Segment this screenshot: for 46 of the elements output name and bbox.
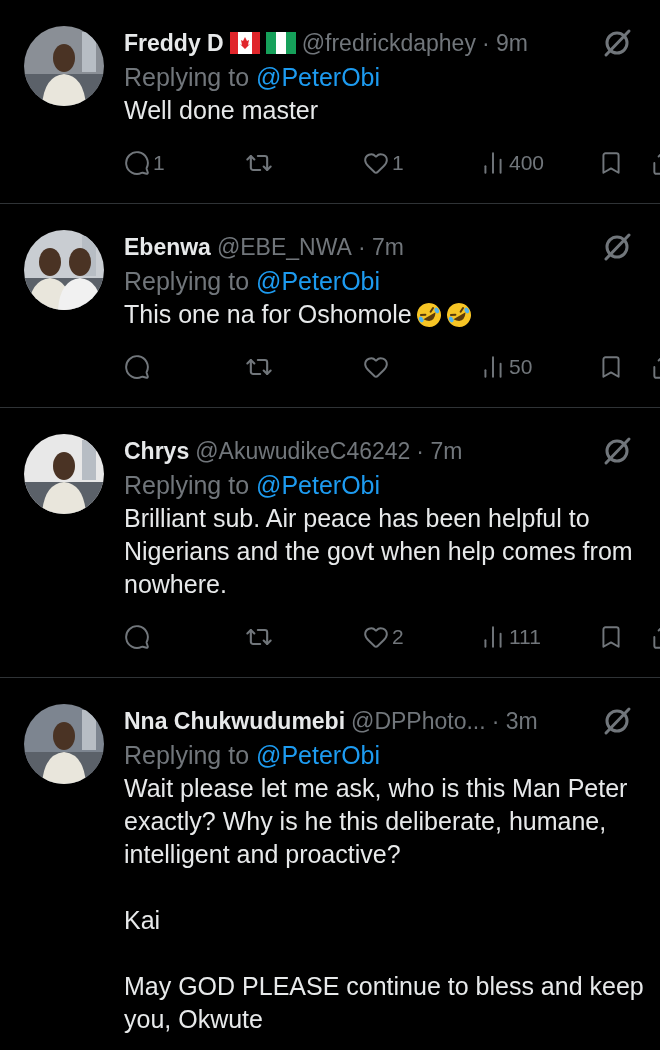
user-name[interactable]: Nna Chukwudumebi	[124, 707, 346, 735]
reply-text: Kai	[124, 905, 161, 936]
post-time: · 3m	[491, 707, 538, 735]
like-count: 1	[392, 151, 404, 175]
reply-icon[interactable]	[124, 354, 150, 380]
view-count: 111	[509, 625, 541, 649]
user-handle[interactable]: @AkuwudikeC46242	[195, 437, 411, 465]
grok-icon[interactable]	[602, 706, 632, 736]
replying-to-text: Replying to @PeterObi	[124, 266, 382, 297]
nigeria-flag-icon	[265, 32, 296, 54]
mention-link[interactable]: @PeterObi	[256, 63, 381, 91]
laughing-emoji-icon	[415, 301, 442, 328]
reply-text: Well done master	[124, 95, 319, 126]
like-icon[interactable]	[363, 354, 389, 380]
like-icon[interactable]	[363, 624, 389, 650]
reply-icon[interactable]	[124, 150, 150, 176]
mention-link[interactable]: @PeterObi	[256, 471, 381, 499]
user-handle[interactable]: @fredrickdaphey	[301, 29, 476, 57]
post-time: · 7m	[416, 437, 463, 465]
user-name[interactable]: Ebenwa	[124, 233, 211, 261]
reply-text: Brilliant sub. Air peace has been helpful to Nigerians and the govt when help comes from nowhere.	[124, 503, 633, 600]
grok-icon[interactable]	[602, 28, 632, 58]
reply-icon[interactable]	[124, 624, 150, 650]
replying-to-text: Replying to @PeterObi	[124, 470, 382, 501]
mention-link[interactable]: @PeterObi	[256, 741, 381, 769]
canada-flag-icon	[229, 32, 260, 54]
user-handle[interactable]: @EBE_NWA	[216, 233, 352, 261]
user-name[interactable]: Chrys	[124, 437, 190, 465]
user-handle[interactable]: @DPPhoto...	[351, 707, 486, 735]
replying-to-text: Replying to @PeterObi	[124, 740, 382, 771]
grok-icon[interactable]	[602, 232, 632, 262]
view-count: 400	[509, 151, 545, 175]
like-count: 2	[392, 625, 404, 649]
grok-icon[interactable]	[602, 436, 632, 466]
like-icon[interactable]	[363, 150, 389, 176]
view-count: 50	[509, 355, 533, 379]
post-time: · 9m	[481, 29, 528, 57]
reply-text: Wait please let me ask, who is this Man Peter exactly? Why is he this deliberate, humane, intelligent and proactive?	[124, 773, 628, 870]
reply-text: This one na for Oshomole	[124, 299, 412, 330]
reply-text: May GOD PLEASE continue to bless and keep you, Okwute	[124, 971, 644, 1035]
reply-count: 1	[153, 151, 165, 175]
user-name[interactable]: Freddy D	[124, 29, 224, 57]
replying-to-text: Replying to @PeterObi	[124, 62, 382, 93]
laughing-emoji-icon	[445, 301, 472, 328]
post-time: · 7m	[357, 233, 404, 261]
mention-link[interactable]: @PeterObi	[256, 267, 381, 295]
